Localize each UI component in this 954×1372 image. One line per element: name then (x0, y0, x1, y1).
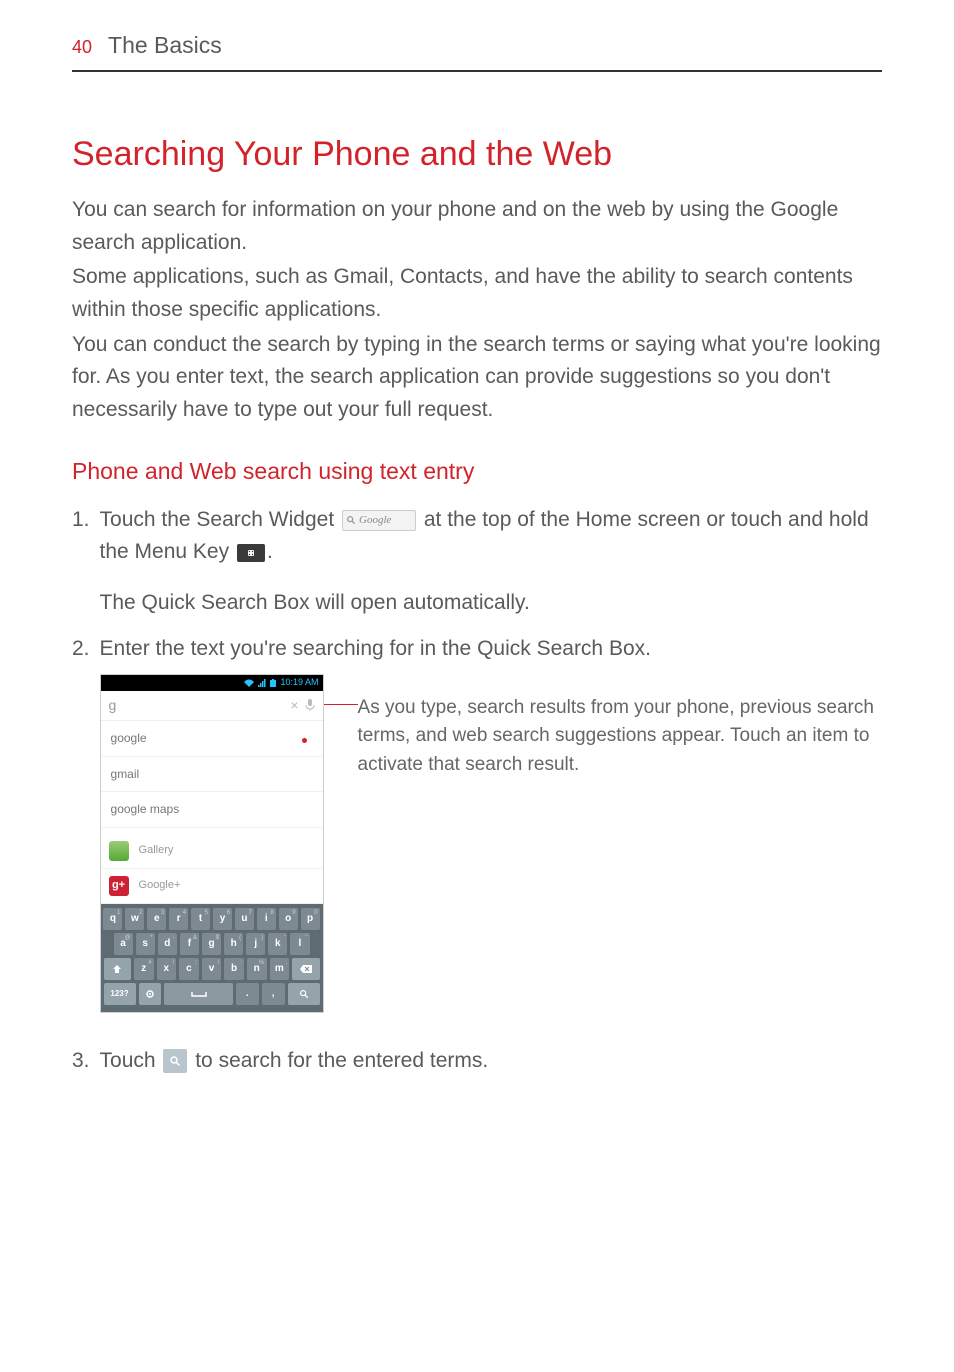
status-time: 10:19 AM (280, 676, 318, 690)
suggestion-item[interactable]: google (101, 721, 323, 757)
mic-icon[interactable] (305, 698, 315, 712)
search-input-row[interactable]: g × (101, 691, 323, 721)
key-f[interactable]: f& (180, 933, 199, 955)
key-k[interactable]: k' (268, 933, 287, 955)
search-query: g (109, 695, 285, 717)
step-num: 1. (72, 504, 90, 620)
key-j[interactable]: j) (246, 933, 265, 955)
step-2: 2. Enter the text you're searching for i… (72, 633, 882, 1030)
shift-icon (112, 964, 122, 974)
page-number: 40 (72, 34, 92, 62)
key-t[interactable]: t5 (191, 908, 210, 930)
app-label: Gallery (139, 842, 174, 859)
backspace-icon (300, 965, 312, 973)
key-l[interactable]: l" (290, 933, 309, 955)
gear-icon (145, 989, 155, 999)
key-a[interactable]: a@ (114, 933, 133, 955)
key-r[interactable]: r4 (169, 908, 188, 930)
intro-p1: You can search for information on your p… (72, 194, 882, 259)
key-d[interactable]: d- (158, 933, 177, 955)
step-1-pre: Touch the (100, 508, 197, 531)
key-period[interactable]: . (236, 983, 259, 1005)
key-backspace[interactable] (292, 958, 319, 980)
status-bar: 10:19 AM (101, 675, 323, 691)
menu-key-icon (237, 544, 265, 562)
subheading: Phone and Web search using text entry (72, 454, 882, 490)
key-x[interactable]: x! (157, 958, 177, 980)
key-e[interactable]: e3 (147, 908, 166, 930)
intro-block: You can search for information on your p… (72, 194, 882, 426)
menu-key-label: Menu Key (135, 540, 230, 563)
signal-icon (258, 679, 266, 687)
step-3-pre: Touch (100, 1049, 162, 1072)
section-name: The Basics (108, 28, 222, 64)
key-m[interactable]: m. (270, 958, 290, 980)
key-shift[interactable] (104, 958, 131, 980)
phone-screenshot: 10:19 AM g × google gmail google maps Ga… (100, 674, 324, 1013)
page-title: Searching Your Phone and the Web (72, 128, 882, 181)
key-space[interactable] (164, 983, 233, 1005)
suggestion-item[interactable]: google maps (101, 792, 323, 828)
keyboard[interactable]: q1 w2 e3 r4 t5 y6 u7 i8 o9 p0 a@ (101, 904, 323, 1012)
step-1-post: . (267, 540, 273, 563)
magnifier-icon (346, 515, 356, 525)
app-label: Google+ (139, 877, 181, 894)
magnifier-icon (299, 989, 309, 999)
step-1: 1. Touch the Search Widget Google at the… (72, 504, 882, 620)
clear-icon[interactable]: × (290, 695, 298, 717)
step-2-text: Enter the text you're searching for in t… (100, 637, 651, 660)
steps-list: 1. Touch the Search Widget Google at the… (72, 504, 882, 1078)
key-b[interactable]: b: (224, 958, 244, 980)
googleplus-icon: g+ (109, 876, 129, 896)
figure-row: 10:19 AM g × google gmail google maps Ga… (100, 674, 882, 1013)
search-widget-icon: Google (342, 510, 416, 531)
search-widget-label: Search Widget (196, 508, 334, 531)
step-num: 2. (72, 633, 90, 1030)
key-n[interactable]: n% (247, 958, 267, 980)
key-u[interactable]: u7 (235, 908, 254, 930)
key-symbols[interactable]: 123? (104, 983, 136, 1005)
space-icon (191, 991, 207, 997)
intro-p3: You can conduct the search by typing in … (72, 329, 882, 427)
intro-p2: Some applications, such as Gmail, Contac… (72, 261, 882, 326)
key-v[interactable]: v/ (202, 958, 222, 980)
page-header: 40 The Basics (72, 28, 882, 72)
search-key-icon (163, 1049, 187, 1073)
step-3-post: to search for the entered terms. (189, 1049, 488, 1072)
key-z[interactable]: z# (134, 958, 154, 980)
key-comma[interactable]: , (262, 983, 285, 1005)
key-s[interactable]: s* (136, 933, 155, 955)
key-c[interactable]: c; (179, 958, 199, 980)
key-g[interactable]: g$ (202, 933, 221, 955)
kb-row-4: 123? . , (104, 983, 320, 1005)
key-y[interactable]: y6 (213, 908, 232, 930)
key-q[interactable]: q1 (103, 908, 122, 930)
wifi-icon (244, 679, 254, 687)
gallery-icon (109, 841, 129, 861)
battery-icon (270, 679, 276, 687)
key-w[interactable]: w2 (125, 908, 144, 930)
step-3: 3. Touch to search for the entered terms… (72, 1045, 882, 1078)
key-p[interactable]: p0 (301, 908, 320, 930)
kb-row-3: z# x! c; v/ b: n% m. (104, 958, 320, 980)
menu-dots-icon (244, 548, 258, 558)
suggestion-item[interactable]: gmail (101, 757, 323, 793)
key-search[interactable] (288, 983, 320, 1005)
key-o[interactable]: o9 (279, 908, 298, 930)
magnifier-icon (169, 1055, 181, 1067)
step-num: 3. (72, 1045, 90, 1078)
kb-row-1: q1 w2 e3 r4 t5 y6 u7 i8 o9 p0 (104, 908, 320, 930)
key-h[interactable]: h( (224, 933, 243, 955)
step-1-sub: The Quick Search Box will open automatic… (100, 587, 882, 620)
search-widget-text: Google (359, 512, 391, 529)
kb-row-2: a@ s* d- f& g$ h( j) k' l" (104, 933, 320, 955)
app-result[interactable]: Gallery (101, 828, 323, 869)
key-i[interactable]: i8 (257, 908, 276, 930)
figure-caption: As you type, search results from your ph… (358, 674, 882, 780)
app-result[interactable]: g+ Google+ (101, 869, 323, 904)
key-settings[interactable] (139, 983, 162, 1005)
